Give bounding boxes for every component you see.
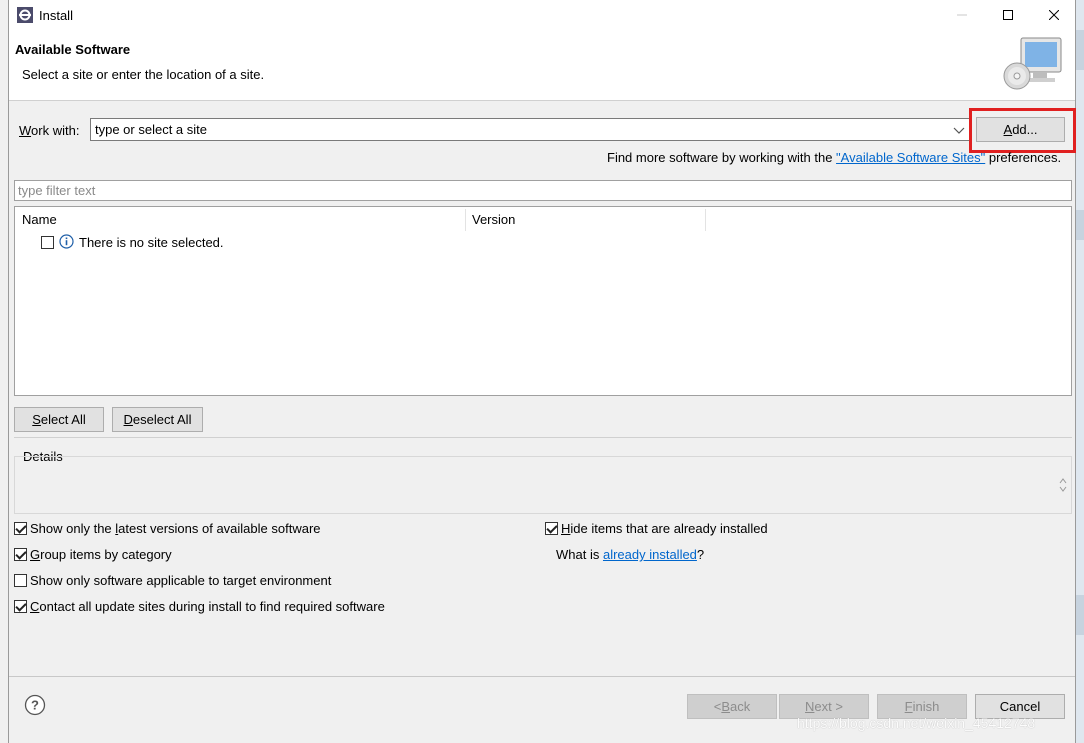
filter-input[interactable] (15, 181, 1071, 200)
background-app-right (1076, 0, 1084, 743)
hide-installed-checkbox[interactable] (545, 522, 558, 535)
column-header-version[interactable]: Version (472, 212, 515, 227)
watermark: https://blog.csdn.net/weixin_45412748 (797, 715, 1036, 731)
latest-versions-checkbox[interactable] (14, 522, 27, 535)
deselect-all-button[interactable]: Deselect All (112, 407, 203, 432)
row-label: There is no site selected. (79, 235, 224, 250)
hide-installed-label: Hide items that are already installed (561, 521, 768, 536)
applicable-only-label: Show only software applicable to target … (30, 573, 332, 588)
help-icon[interactable]: ? (24, 694, 46, 716)
title-bar: Install (9, 0, 1075, 30)
scroll-stepper-icon[interactable] (1059, 477, 1067, 493)
work-with-value: type or select a site (95, 122, 207, 137)
select-all-button[interactable]: Select All (14, 407, 104, 432)
latest-versions-label: Show only the latest versions of availab… (30, 521, 321, 536)
page-title: Available Software (15, 42, 131, 57)
available-sites-link[interactable]: "Available Software Sites" (836, 150, 985, 165)
filter-box[interactable] (14, 180, 1072, 201)
software-table: Name Version There is no site selected. (14, 206, 1072, 396)
group-by-category-label: Group items by category (30, 547, 172, 562)
header-banner: Available Software Select a site or ente… (9, 30, 1075, 101)
find-more-text: Find more software by working with the "… (607, 150, 1062, 165)
work-with-combo[interactable]: type or select a site (90, 118, 970, 141)
back-button[interactable]: < Back (687, 694, 777, 719)
maximize-button[interactable] (985, 0, 1031, 30)
contact-sites-checkbox[interactable] (14, 600, 27, 613)
svg-text:?: ? (31, 698, 39, 713)
work-with-label: Work with: (19, 123, 80, 138)
what-is-installed: What is already installed? (556, 547, 705, 562)
footer-divider (9, 676, 1075, 677)
group-by-category-checkbox[interactable] (14, 548, 27, 561)
row-checkbox[interactable] (41, 236, 54, 249)
divider (14, 437, 1072, 438)
chevron-down-icon (953, 127, 965, 134)
already-installed-link[interactable]: already installed (603, 547, 697, 562)
background-app-left (0, 0, 8, 743)
close-button[interactable] (1031, 0, 1077, 30)
details-panel (14, 456, 1072, 514)
eclipse-icon (17, 7, 33, 23)
install-wizard-icon (1003, 37, 1062, 90)
highlight-box (969, 108, 1076, 153)
minimize-icon (957, 14, 967, 16)
window-title: Install (39, 8, 73, 23)
contact-sites-label: Contact all update sites during install … (30, 599, 385, 614)
install-dialog: Install Available Software Select a site… (8, 0, 1076, 743)
close-icon (1049, 10, 1059, 20)
info-icon (59, 234, 74, 249)
column-header-name[interactable]: Name (22, 212, 57, 227)
page-subtitle: Select a site or enter the location of a… (22, 67, 265, 82)
applicable-only-checkbox[interactable] (14, 574, 27, 587)
maximize-icon (1003, 10, 1013, 20)
minimize-button[interactable] (939, 0, 985, 30)
